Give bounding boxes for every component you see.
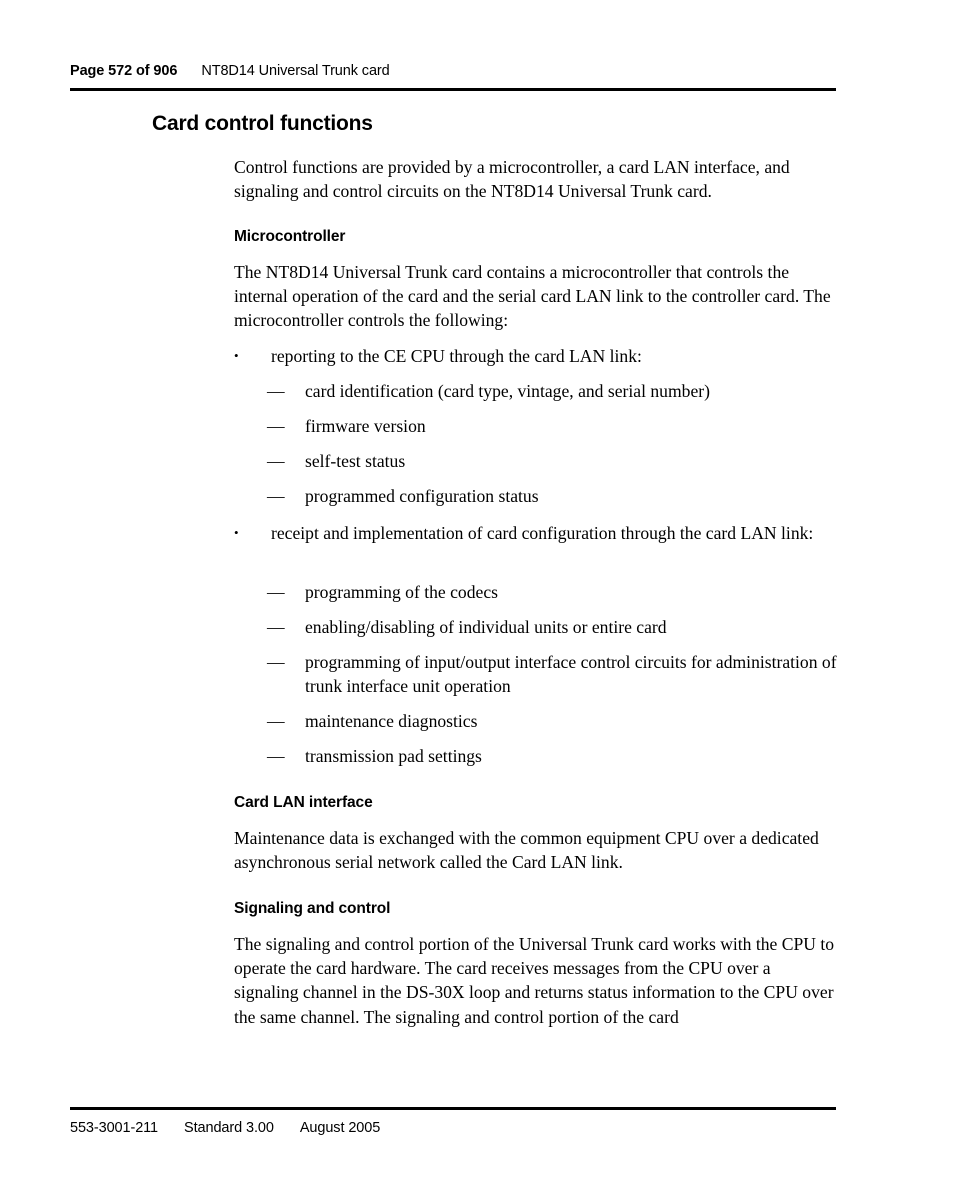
list-item-label: self-test status bbox=[305, 451, 406, 471]
section-heading-microcontroller: Microcontroller bbox=[234, 228, 346, 245]
intro-paragraph: Control functions are provided by a micr… bbox=[234, 157, 790, 202]
list-item-label: programmed configuration status bbox=[305, 486, 539, 506]
list-item-label: programming of the codecs bbox=[305, 582, 498, 602]
footer-document-number: 553-3001-211 bbox=[70, 1120, 159, 1136]
list-item: — enabling/disabling of individual units… bbox=[267, 615, 838, 639]
footer-rule bbox=[70, 1107, 836, 1110]
em-dash-marker-icon: — bbox=[267, 711, 285, 731]
section-heading-card-lan-interface: Card LAN interface bbox=[234, 794, 373, 811]
em-dash-marker-icon: — bbox=[267, 652, 285, 672]
list-item-label: transmission pad settings bbox=[305, 746, 482, 766]
list-item-label: receipt and implementation of card confi… bbox=[271, 523, 814, 543]
em-dash-marker-icon: — bbox=[267, 381, 285, 401]
bullet-marker-icon: • bbox=[234, 525, 239, 540]
page-number-label: Page 572 of 906 bbox=[70, 63, 178, 79]
list-item: — programmed configuration status bbox=[267, 484, 838, 508]
list-item: — self-test status bbox=[267, 449, 838, 473]
em-dash-marker-icon: — bbox=[267, 486, 285, 506]
em-dash-marker-icon: — bbox=[267, 617, 285, 637]
bullet-marker-icon: • bbox=[234, 348, 239, 363]
em-dash-marker-icon: — bbox=[267, 451, 285, 471]
list-item: — transmission pad settings bbox=[267, 744, 838, 768]
header-document-title: NT8D14 Universal Trunk card bbox=[201, 63, 390, 79]
list-item-label: maintenance diagnostics bbox=[305, 711, 478, 731]
section-paragraph-card-lan-interface: Maintenance data is exchanged with the c… bbox=[234, 828, 819, 873]
em-dash-marker-icon: — bbox=[267, 582, 285, 602]
list-item-label: programming of input/output interface co… bbox=[305, 652, 837, 697]
page-title: Card control functions bbox=[152, 112, 373, 135]
footer-date: August 2005 bbox=[299, 1120, 381, 1136]
em-dash-marker-icon: — bbox=[267, 746, 285, 766]
list-item: — programming of input/output interface … bbox=[267, 650, 838, 698]
list-item-label: card identification (card type, vintage,… bbox=[305, 381, 710, 401]
list-item-label: firmware version bbox=[305, 416, 426, 436]
list-item: • receipt and implementation of card con… bbox=[234, 521, 838, 545]
section-paragraph-signaling-and-control: The signaling and control portion of the… bbox=[234, 934, 835, 1027]
footer-standard-version: Standard 3.00 bbox=[184, 1120, 274, 1136]
page-footer: 553-3001-211 Standard 3.00 August 2005 bbox=[70, 1119, 836, 1137]
header-rule bbox=[70, 88, 836, 91]
section-paragraph-microcontroller: The NT8D14 Universal Trunk card contains… bbox=[234, 262, 831, 331]
section-heading-signaling-and-control: Signaling and control bbox=[234, 900, 391, 917]
list-item: — card identification (card type, vintag… bbox=[267, 379, 838, 403]
list-item-label: enabling/disabling of individual units o… bbox=[305, 617, 667, 637]
list-item: — maintenance diagnostics bbox=[267, 709, 838, 733]
page-header: Page 572 of 906 NT8D14 Universal Trunk c… bbox=[70, 62, 836, 80]
list-item: • reporting to the CE CPU through the ca… bbox=[234, 344, 838, 368]
list-item: — firmware version bbox=[267, 414, 838, 438]
list-item: — programming of the codecs bbox=[267, 580, 838, 604]
em-dash-marker-icon: — bbox=[267, 416, 285, 436]
document-page: Page 572 of 906 NT8D14 Universal Trunk c… bbox=[0, 0, 954, 1202]
list-item-label: reporting to the CE CPU through the card… bbox=[271, 346, 642, 366]
